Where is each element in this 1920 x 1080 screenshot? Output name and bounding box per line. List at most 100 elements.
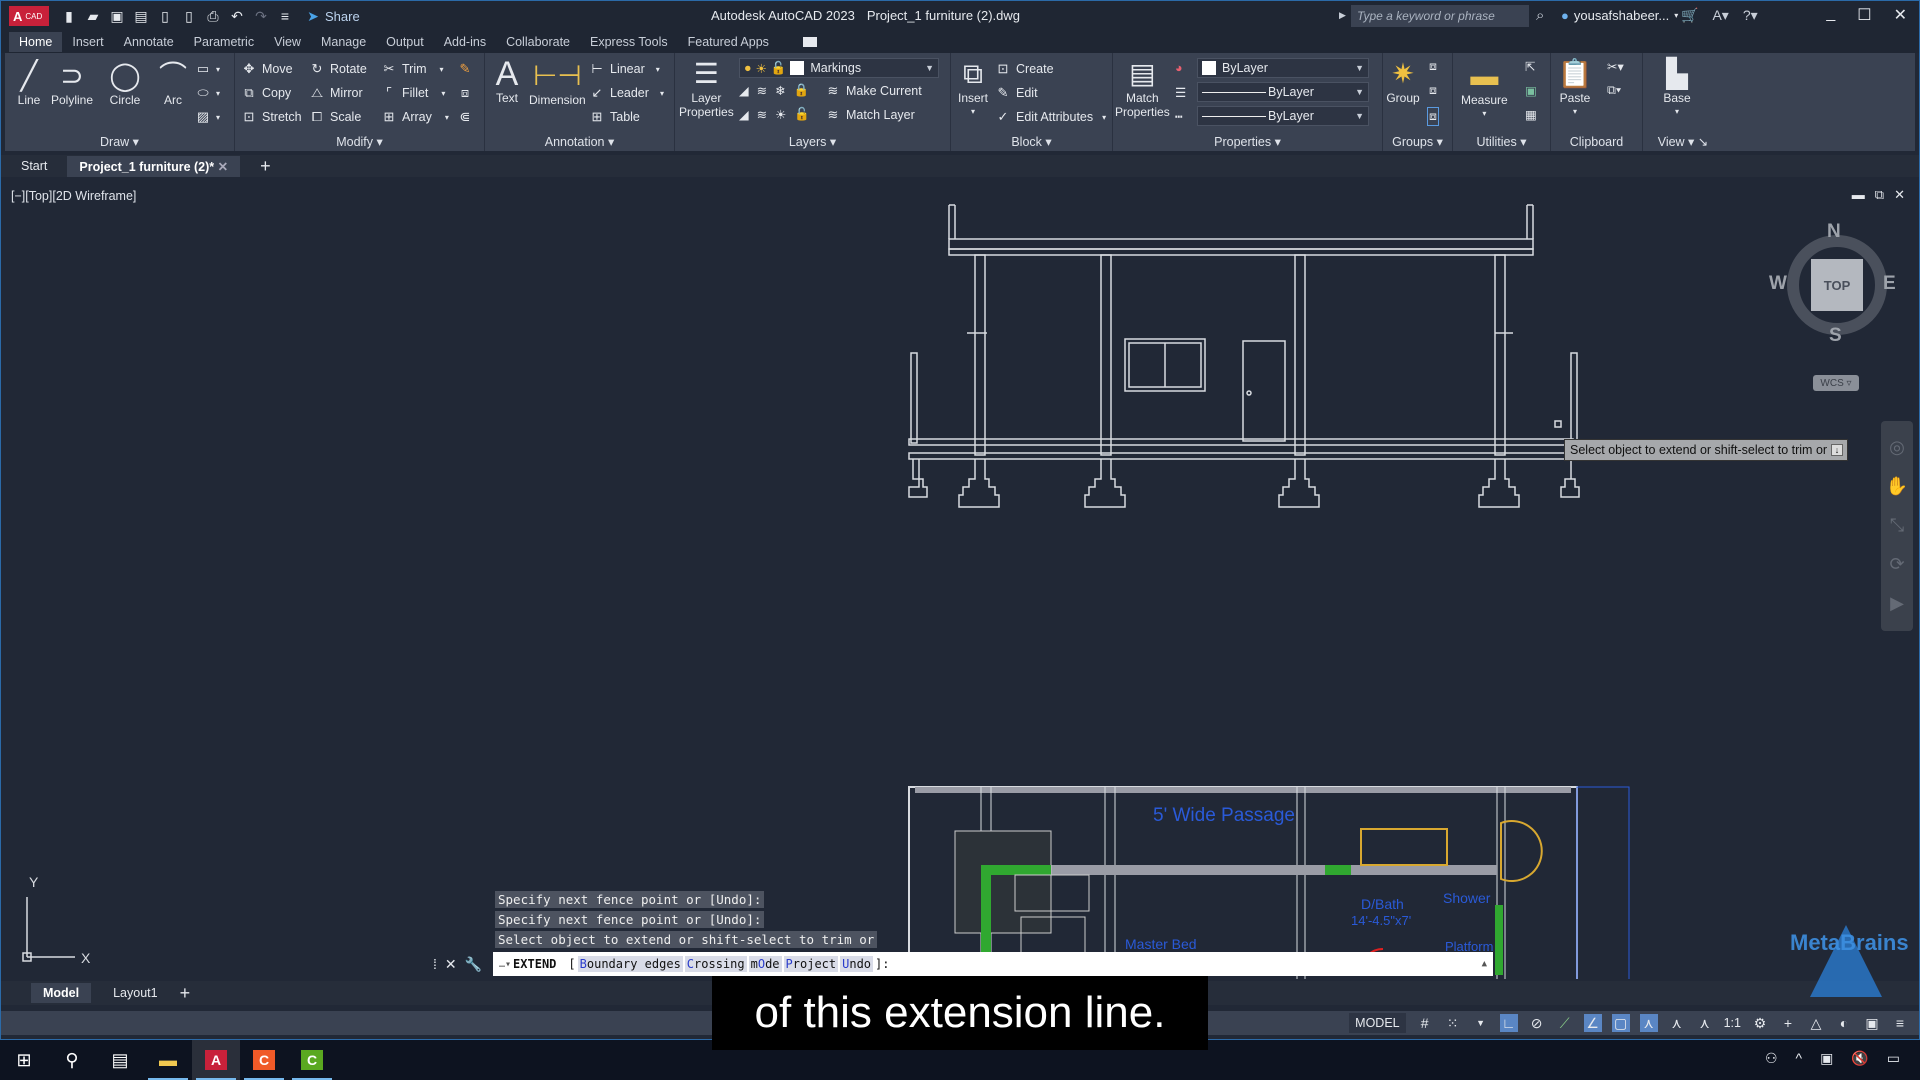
panel-title-layers[interactable]: Layers ▾ (675, 134, 950, 149)
tab-layout1[interactable]: Layout1 (113, 986, 157, 1000)
layer-off-icon[interactable]: ◢ (739, 83, 749, 98)
network-icon[interactable]: ▣ (1820, 1050, 1833, 1067)
mirror-button[interactable]: ⧍ Mirror (309, 85, 363, 101)
annotation-monitor-icon[interactable]: + (1779, 1014, 1797, 1032)
people-icon[interactable]: ⚇ (1765, 1050, 1778, 1067)
scale-button[interactable]: ⧠ Scale (309, 109, 361, 125)
object-snap-tracking-icon[interactable]: ∠ (1583, 1014, 1602, 1032)
autocad-icon[interactable]: A (192, 1040, 240, 1080)
help-search-input[interactable]: Type a keyword or phrase (1351, 5, 1529, 27)
array-button[interactable]: ⊞ Array ▾ (381, 109, 449, 125)
tab-collaborate[interactable]: Collaborate (496, 32, 580, 52)
group-select-icon[interactable]: ⧈ (1427, 107, 1439, 126)
offset-button[interactable]: ⋐ (457, 109, 473, 125)
panel-title-groups[interactable]: Groups ▾ (1383, 134, 1452, 149)
close-tab-icon[interactable]: ✕ (218, 160, 228, 174)
tab-annotate[interactable]: Annotate (114, 32, 184, 52)
isolate-objects-icon[interactable]: ◐ (1835, 1014, 1853, 1032)
linetype-dropdown[interactable]: ByLayer ▼ (1197, 106, 1369, 126)
text-button[interactable]: A Text (489, 57, 525, 105)
share-button[interactable]: ➤ Share (305, 8, 360, 24)
layer-lock-icon[interactable]: 🔒 (794, 83, 810, 98)
search-icon[interactable]: ⌕ (1536, 7, 1544, 24)
camtasia-icon[interactable]: C (288, 1040, 336, 1080)
layer-isolate-icon[interactable]: ≋ (757, 83, 767, 98)
search-expand-icon[interactable]: ▶ (1339, 10, 1346, 21)
autodesk-app-icon[interactable]: A▾ (1712, 7, 1728, 24)
move-button[interactable]: ✥ Move (241, 61, 293, 77)
ellipse-button[interactable]: ⬭ ▾ (195, 85, 220, 101)
tab-parametric[interactable]: Parametric (184, 32, 264, 52)
color-dropdown[interactable]: ByLayer ▼ (1197, 58, 1369, 78)
group-button[interactable]: ✷ Group (1385, 57, 1421, 106)
tab-home[interactable]: Home (9, 32, 63, 52)
option-crossing[interactable]: Crossing (684, 956, 747, 972)
snap-icon[interactable]: ⁙ (1444, 1014, 1462, 1032)
zoom-extents-icon[interactable]: ⤡ (1890, 515, 1904, 536)
dimension-button[interactable]: ⊢⊣ Dimension (529, 59, 586, 108)
hatch-button[interactable]: ▨ ▾ (195, 109, 220, 125)
new-layout-icon[interactable]: + (180, 983, 191, 1004)
layer-thaw-all-icon[interactable]: ☀ (775, 107, 786, 122)
clean-screen-icon[interactable]: ▣ (1863, 1014, 1881, 1032)
compass-west[interactable]: W (1769, 273, 1787, 295)
annotation-visibility-icon[interactable]: ⋏ (1639, 1014, 1658, 1032)
pan-icon[interactable]: ✋ (1886, 476, 1908, 497)
panel-title-draw[interactable]: Draw ▾ (5, 134, 234, 149)
measure-button[interactable]: ▬ Measure ▾ (1461, 59, 1508, 121)
notifications-icon[interactable]: ▭ (1887, 1050, 1900, 1067)
polar-tracking-icon[interactable]: ⊘ (1528, 1014, 1546, 1032)
volume-muted-icon[interactable]: 🔇 (1851, 1050, 1868, 1067)
viewport-controls-label[interactable]: [−][Top][2D Wireframe] (11, 189, 136, 203)
new-tab-icon[interactable]: + (260, 156, 271, 177)
tab-express-tools[interactable]: Express Tools (580, 32, 678, 52)
rotate-button[interactable]: ↻ Rotate (309, 61, 367, 77)
layer-dropdown[interactable]: ● ☀ 🔓 Markings ▼ (739, 58, 939, 78)
showmotion-icon[interactable]: ▶ (1890, 593, 1904, 614)
edit-block-button[interactable]: ✎ Edit (995, 85, 1038, 101)
copy-clip-icon[interactable]: ⧉▾ (1607, 83, 1621, 98)
drawing-canvas[interactable]: 5' Wide Passage D/Bath 14'-4.5"x7' Showe… (5, 183, 1915, 979)
tab-output[interactable]: Output (376, 32, 434, 52)
object-snap-icon[interactable]: ▢ (1611, 1014, 1630, 1032)
insert-button[interactable]: ⧉ Insert ▾ (955, 57, 991, 119)
model-space-toggle[interactable]: MODEL (1349, 1013, 1406, 1033)
customize-command-icon[interactable]: 🔧 (465, 956, 482, 973)
viewcube[interactable]: TOP N S E W (1769, 221, 1896, 346)
compass-north[interactable]: N (1827, 221, 1841, 243)
group-edit-icon[interactable]: ⧈ (1429, 83, 1437, 98)
autocad-logo[interactable]: A CAD (9, 6, 49, 26)
tab-project-file[interactable]: Project_1 furniture (2)* ✕ (67, 155, 241, 177)
customize-icon[interactable]: ≡ (277, 8, 293, 24)
panel-title-properties[interactable]: Properties ▾ (1113, 134, 1382, 149)
layer-unlock-all-icon[interactable]: 🔓 (794, 107, 810, 122)
camtasia-recorder-icon[interactable]: C (240, 1040, 288, 1080)
cut-icon[interactable]: ✂▾ (1607, 59, 1624, 74)
erase-button[interactable]: ✎ (457, 61, 473, 77)
arc-button[interactable]: ⌒ Arc (155, 59, 191, 108)
match-layer-button[interactable]: ≋ Match Layer (825, 107, 915, 123)
rectangle-button[interactable]: ▭ ▾ (195, 61, 220, 77)
stretch-button[interactable]: ⊡ Stretch (241, 109, 302, 125)
option-mode[interactable]: mOde (748, 956, 782, 972)
polyline-button[interactable]: ⊃ Polyline (51, 59, 93, 108)
wcs-menu[interactable]: WCS ▿ (1813, 375, 1859, 391)
task-view-icon[interactable]: ▤ (96, 1040, 144, 1080)
undo-icon[interactable]: ↶ (229, 8, 245, 24)
layer-freeze-icon[interactable]: ❄ (775, 83, 785, 98)
close-command-icon[interactable]: ✕ (445, 956, 457, 973)
trim-button[interactable]: ✂ Trim ▾ (381, 61, 444, 77)
new-icon[interactable]: ▮ (61, 8, 77, 24)
create-block-button[interactable]: ⊡ Create (995, 61, 1054, 77)
close-icon[interactable]: ✕ (1894, 5, 1907, 25)
tab-view[interactable]: View (264, 32, 311, 52)
table-button[interactable]: ⊞ Table (589, 109, 640, 125)
viewport-restore-icon[interactable]: ⧉ (1875, 187, 1884, 203)
panel-title-annotation[interactable]: Annotation ▾ (485, 134, 674, 149)
search-icon[interactable]: ⚲ (48, 1040, 96, 1080)
scale-dropdown[interactable]: 1:1 (1724, 1016, 1741, 1030)
compass-east[interactable]: E (1883, 273, 1896, 295)
show-hidden-icons-icon[interactable]: ^ (1796, 1050, 1803, 1067)
customize-status-icon[interactable]: ≡ (1891, 1014, 1909, 1032)
command-history-toggle-icon[interactable]: ▲ (1482, 959, 1487, 969)
